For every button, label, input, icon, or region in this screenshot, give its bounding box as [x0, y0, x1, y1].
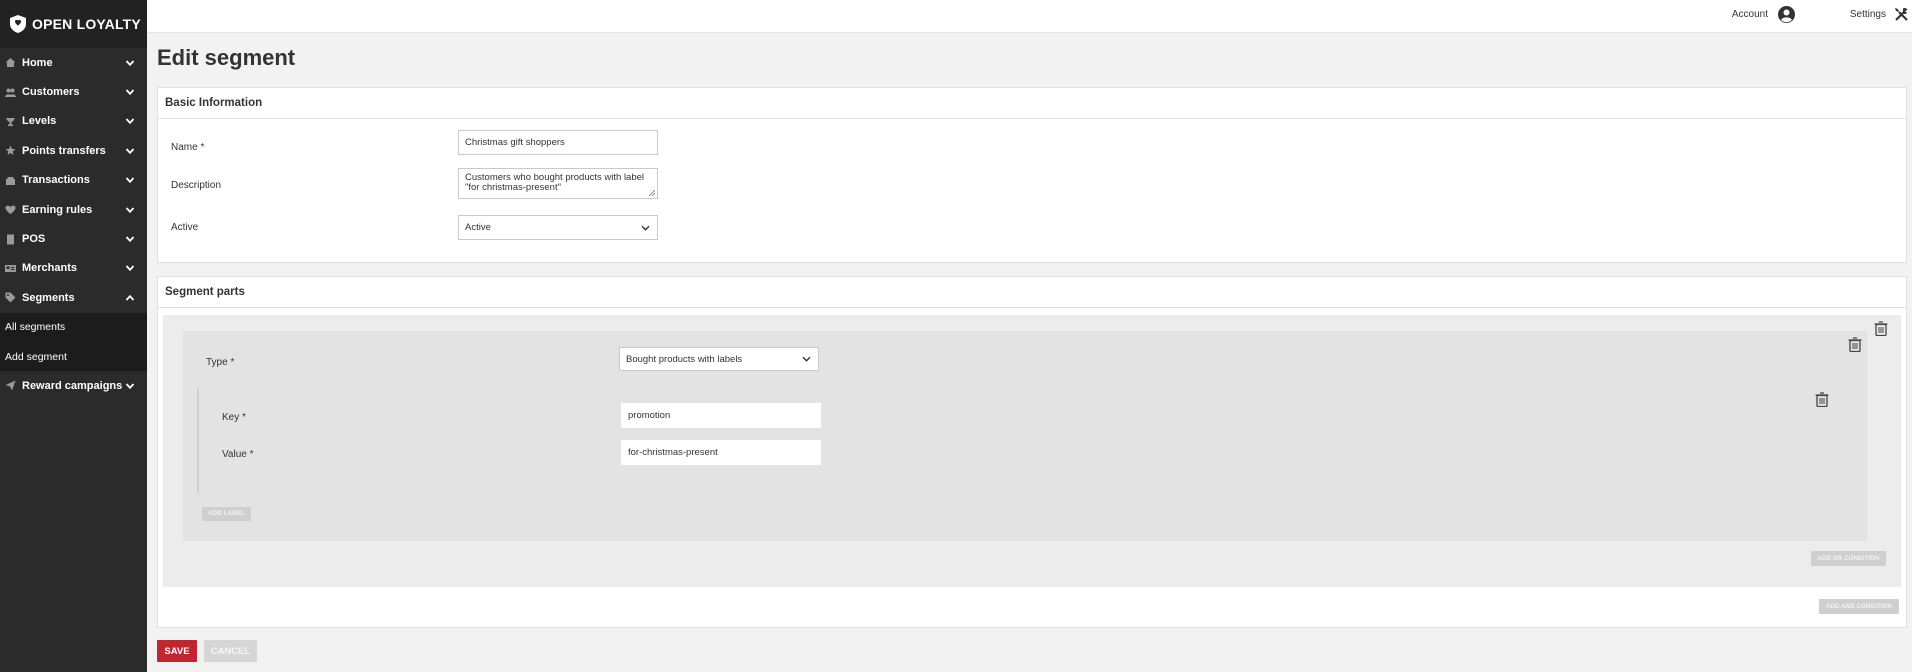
description-field[interactable]: Customers who bought products with label… — [458, 168, 658, 199]
segment-parts-heading: Segment parts — [158, 277, 1906, 308]
tools-icon — [1895, 8, 1908, 21]
account-label: Account — [1731, 9, 1768, 20]
resize-handle-icon[interactable] — [649, 190, 655, 196]
customers-icon — [5, 87, 16, 98]
key-label: Key * — [222, 412, 246, 423]
chevron-down-icon — [125, 205, 135, 215]
name-value: Christmas gift shoppers — [465, 137, 565, 148]
chevron-down-icon — [125, 263, 135, 273]
basic-information-panel: Basic Information Name * Christmas gift … — [157, 87, 1907, 263]
description-label: Description — [171, 180, 222, 191]
heart-icon — [5, 204, 16, 215]
sidebar-item-label: Customers — [22, 86, 80, 99]
chevron-down-icon — [125, 146, 135, 156]
chevron-down-icon — [125, 234, 135, 244]
sidebar-subitem-all-segments[interactable]: All segments — [0, 313, 147, 342]
save-button[interactable]: SAVE — [157, 640, 197, 662]
sidebar-item-home[interactable]: Home — [0, 48, 147, 77]
name-label: Name * — [171, 142, 205, 153]
sidebar-item-segments[interactable]: Segments — [0, 283, 147, 312]
add-label-button[interactable]: ADD LABEL — [202, 507, 251, 521]
sidebar-item-label: POS — [22, 233, 46, 246]
sidebar-item-transactions[interactable]: Transactions — [0, 166, 147, 195]
pos-icon — [5, 234, 16, 245]
sidebar-item-levels[interactable]: Levels — [0, 107, 147, 136]
sidebar-item-label: Levels — [22, 115, 57, 128]
sidebar-item-label: Segments — [22, 291, 75, 304]
value-label: Value * — [222, 449, 254, 460]
value-field[interactable]: for-christmas-present — [621, 440, 821, 465]
settings-menu[interactable]: Settings — [1850, 0, 1909, 29]
star-icon — [5, 145, 16, 156]
active-select-value: Active — [465, 222, 491, 233]
sidebar-subitem-add-segment[interactable]: Add segment — [0, 342, 147, 371]
logo[interactable]: OPEN LOYALTY — [0, 0, 147, 48]
name-field[interactable]: Christmas gift shoppers — [458, 130, 658, 155]
active-label: Active — [171, 222, 199, 233]
tag-icon — [5, 292, 16, 303]
sidebar-item-earning-rules[interactable]: Earning rules — [0, 195, 147, 224]
value-value: for-christmas-present — [628, 447, 718, 458]
sidebar-item-label: Merchants — [22, 262, 78, 275]
add-or-condition-button[interactable]: ADD OR CONDITION — [1811, 551, 1886, 566]
segment-parts-panel: Segment parts Type * Bought products wit… — [157, 276, 1907, 628]
user-avatar-icon — [1778, 6, 1795, 23]
chevron-down-icon — [125, 87, 135, 97]
transactions-icon — [5, 175, 16, 186]
chevron-down-icon — [125, 58, 135, 68]
sidebar-item-label: Points transfers — [22, 144, 106, 157]
settings-label: Settings — [1849, 9, 1886, 20]
sidebar-item-label: Earning rules — [22, 203, 93, 216]
type-select[interactable]: Bought products with labels — [619, 347, 819, 371]
page-title: Edit segment — [157, 45, 296, 70]
cancel-button[interactable]: CANCEL — [204, 640, 257, 662]
add-and-condition-button[interactable]: ADD AND CONDITION — [1819, 599, 1899, 614]
delete-part-trash-icon[interactable] — [1874, 321, 1888, 337]
sidebar-item-reward-campaigns[interactable]: Reward campaigns — [0, 371, 147, 400]
sidebar-item-customers[interactable]: Customers — [0, 77, 147, 106]
active-select[interactable]: Active — [458, 215, 658, 240]
sidebar-item-label: Transactions — [22, 174, 90, 187]
delete-label-trash-icon[interactable] — [1815, 392, 1829, 408]
sidebar-item-label: Reward campaigns — [22, 379, 123, 392]
home-icon — [5, 57, 16, 68]
delete-condition-trash-icon[interactable] — [1848, 337, 1862, 353]
chevron-down-icon — [125, 381, 135, 391]
key-field[interactable]: promotion — [621, 403, 821, 428]
chevron-down-icon — [125, 116, 135, 126]
key-value: promotion — [628, 410, 671, 421]
description-value: Customers who bought products with label… — [465, 172, 645, 193]
segments-submenu: All segments Add segment — [0, 312, 147, 372]
type-label: Type * — [206, 357, 235, 368]
segment-part: Type * Bought products with labels Key *… — [163, 315, 1901, 587]
merchants-icon — [5, 263, 16, 274]
type-select-value: Bought products with labels — [626, 353, 743, 365]
chevron-down-icon — [802, 356, 811, 362]
sidebar-item-pos[interactable]: POS — [0, 224, 147, 253]
account-menu[interactable]: Account — [1732, 0, 1795, 29]
sidebar-item-merchants[interactable]: Merchants — [0, 254, 147, 283]
levels-icon — [5, 116, 16, 127]
sidebar-item-label: Home — [22, 56, 53, 69]
top-bar: Account Settings — [147, 0, 1912, 33]
sidebar: OPEN LOYALTY Home Customers Levels Point… — [0, 0, 147, 672]
chevron-down-icon — [641, 225, 650, 231]
segment-condition: Type * Bought products with labels Key *… — [183, 331, 1867, 541]
basic-information-heading: Basic Information — [158, 88, 1906, 119]
logo-text: OPEN LOYALTY — [32, 16, 141, 32]
chevron-down-icon — [125, 175, 135, 185]
chevron-up-icon — [125, 293, 135, 303]
shield-logo-icon — [10, 15, 26, 33]
label-group: Key * promotion Value * for-christmas-pr… — [197, 389, 1829, 493]
sidebar-item-points-transfers[interactable]: Points transfers — [0, 136, 147, 165]
send-icon — [5, 380, 16, 391]
